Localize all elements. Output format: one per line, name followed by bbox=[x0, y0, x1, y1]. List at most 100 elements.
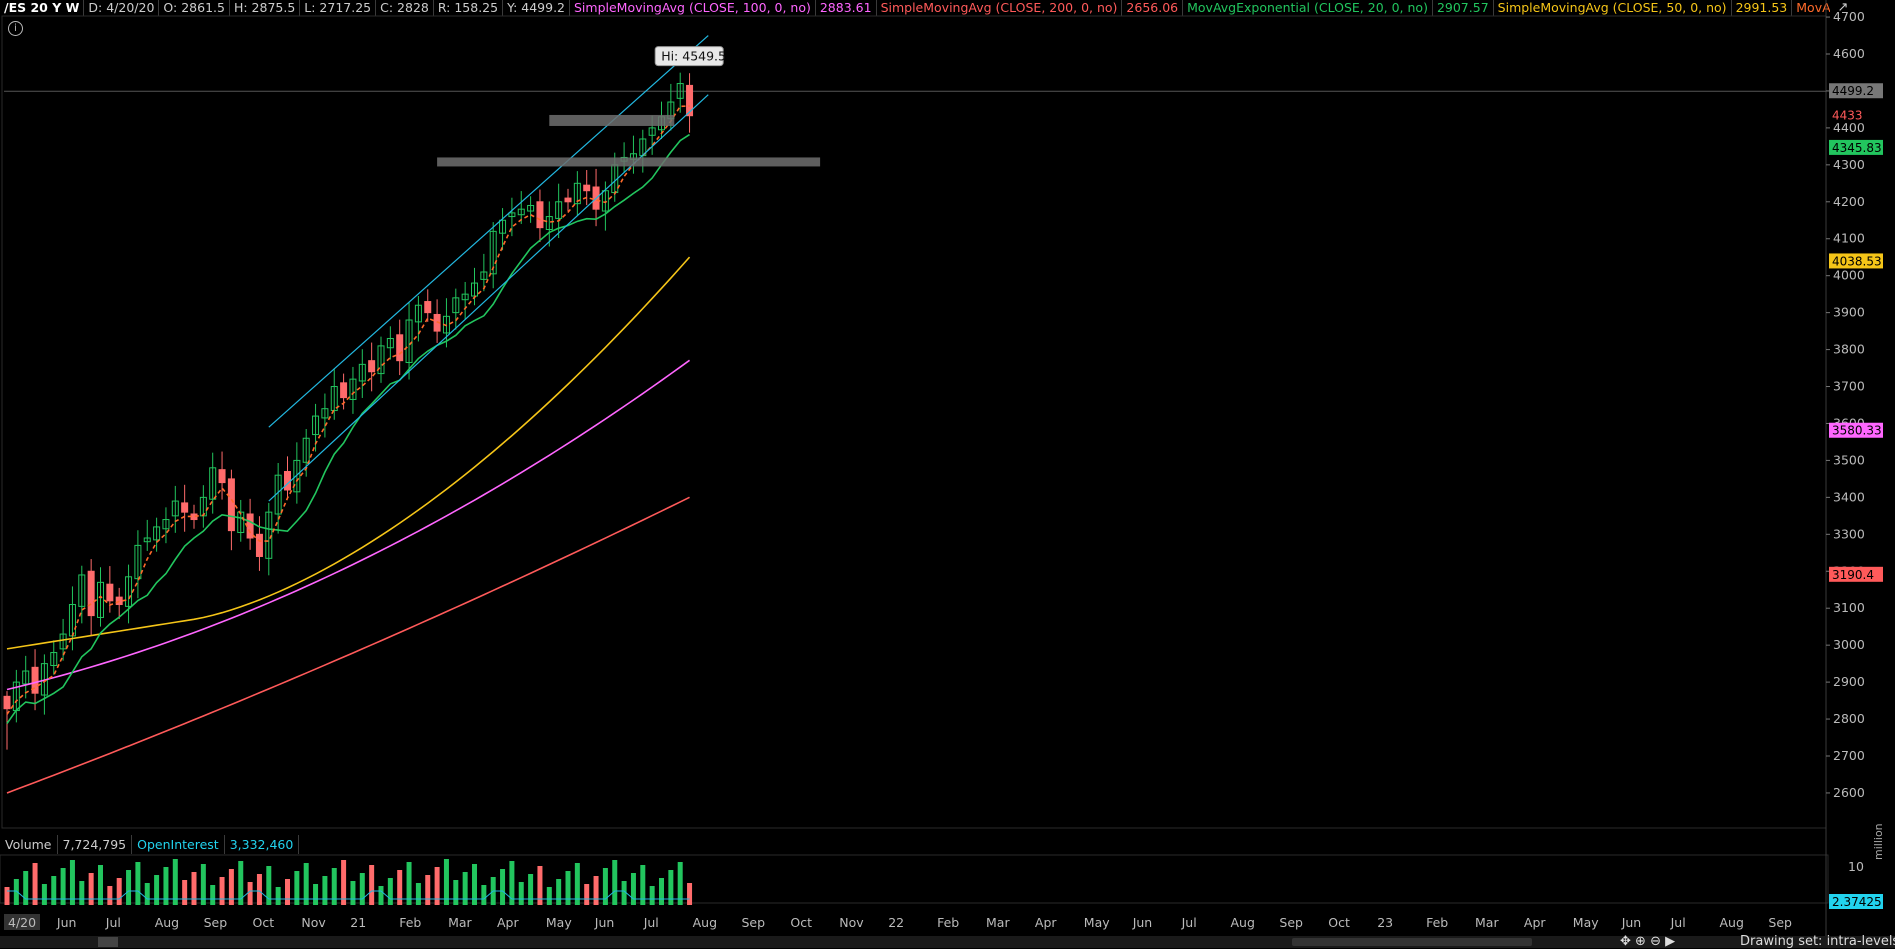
price-tick-label: 2700 bbox=[1833, 748, 1865, 763]
volume-bar bbox=[593, 876, 599, 905]
volume-tick-label: 10 bbox=[1848, 859, 1864, 874]
volume-bar bbox=[275, 887, 281, 905]
volume-bar bbox=[107, 886, 113, 905]
volume-bar bbox=[612, 860, 618, 905]
price-tick-label: 2800 bbox=[1833, 711, 1865, 726]
price-tick-label: 4000 bbox=[1833, 268, 1865, 283]
price-pane-frame bbox=[1, 15, 1827, 829]
volume-bar bbox=[228, 869, 234, 905]
crosshair-icon[interactable]: ✥ bbox=[1620, 934, 1631, 949]
time-axis-label: Jul bbox=[105, 915, 121, 930]
price-tick-label: 3400 bbox=[1833, 489, 1865, 504]
volume-bar bbox=[528, 874, 534, 905]
volume-bar bbox=[126, 870, 132, 905]
volume-bar bbox=[285, 879, 290, 905]
open-interest-label: OpenInterest bbox=[132, 835, 225, 854]
volume-bar bbox=[256, 874, 262, 905]
volume-bar bbox=[415, 883, 421, 905]
volume-bar bbox=[397, 870, 403, 905]
sma200-line bbox=[6, 496, 690, 794]
time-axis-label: Jul bbox=[1670, 915, 1686, 930]
price-tick-label: 4100 bbox=[1833, 231, 1865, 246]
time-axis-label: Mar bbox=[448, 915, 472, 930]
time-axis-label: Mar bbox=[1475, 915, 1499, 930]
volume-bar bbox=[462, 872, 468, 905]
volume-bar bbox=[144, 883, 150, 905]
time-axis-label: Mar bbox=[986, 915, 1010, 930]
channel-upper-line bbox=[268, 35, 709, 428]
scroll-left-button[interactable] bbox=[98, 937, 118, 947]
candle-body bbox=[583, 184, 591, 192]
scroll-bar[interactable] bbox=[0, 936, 1895, 948]
time-axis-label: 21 bbox=[350, 915, 366, 930]
resistance-zone bbox=[549, 114, 675, 126]
candle-body bbox=[218, 469, 226, 484]
volume-bar bbox=[41, 884, 47, 905]
time-axis-label: Oct bbox=[1328, 915, 1350, 930]
volume-bar bbox=[182, 880, 188, 905]
price-tick-label: 3100 bbox=[1833, 600, 1865, 615]
volume-bar bbox=[481, 885, 487, 905]
candle-body bbox=[284, 471, 291, 491]
volume-bar bbox=[378, 886, 384, 905]
time-axis-label: May bbox=[1573, 915, 1599, 930]
time-axis-label: Sep bbox=[1768, 915, 1792, 930]
zoom-out-icon[interactable]: ⊖ bbox=[1650, 934, 1661, 949]
price-tick-label: 3800 bbox=[1833, 342, 1865, 357]
volume-bar bbox=[154, 875, 160, 905]
volume-bar bbox=[88, 873, 94, 905]
volume-bar bbox=[500, 869, 506, 905]
volume-bar bbox=[556, 879, 562, 905]
hi-label: Hi: 4549.5 bbox=[661, 49, 726, 64]
volume-bar bbox=[116, 878, 122, 905]
candle-body bbox=[564, 197, 572, 203]
volume-bar bbox=[135, 862, 141, 905]
time-axis-label: May bbox=[1084, 915, 1110, 930]
drawing-set-label[interactable]: Drawing set: intra-levels bbox=[1740, 934, 1895, 949]
volume-pane-frame bbox=[0, 854, 1829, 904]
volume-value: 7,724,795 bbox=[58, 835, 133, 854]
scroll-thumb[interactable] bbox=[1292, 938, 1532, 946]
time-axis-label: Oct bbox=[790, 915, 812, 930]
price-tick-label: 2600 bbox=[1833, 785, 1865, 800]
price-tick-label: 3500 bbox=[1833, 452, 1865, 467]
volume-badge-label: 2.37425 bbox=[1832, 895, 1882, 909]
volume-bar bbox=[668, 870, 674, 905]
time-axis-label: Jun bbox=[56, 915, 77, 930]
time-axis-label: Feb bbox=[399, 915, 421, 930]
price-tick-label: 3700 bbox=[1833, 379, 1865, 394]
volume-bar bbox=[210, 885, 216, 905]
time-axis-label: 4/20 bbox=[8, 915, 36, 930]
volume-bar bbox=[659, 878, 664, 905]
price-tick-label: 2900 bbox=[1833, 674, 1865, 689]
time-axis-label: 23 bbox=[1377, 915, 1393, 930]
candle-body bbox=[3, 695, 11, 710]
time-axis-label: Oct bbox=[253, 915, 275, 930]
volume-bar bbox=[191, 872, 197, 905]
volume-bar bbox=[51, 876, 57, 905]
candle-body bbox=[368, 360, 376, 373]
candle-body bbox=[246, 513, 254, 539]
volume-bar bbox=[313, 884, 319, 905]
chart-nav-icons[interactable]: ✥ ⊕ ⊖ ▶ bbox=[1620, 934, 1675, 949]
volume-bar bbox=[23, 871, 29, 905]
candle-body bbox=[536, 201, 544, 229]
time-axis-label: Nov bbox=[301, 915, 326, 930]
price-badge-label: 3580.33 bbox=[1832, 424, 1882, 438]
channel-lower-line bbox=[268, 94, 709, 502]
volume-unit: million bbox=[1872, 823, 1885, 860]
volume-bar bbox=[443, 859, 449, 905]
volume-label: Volume bbox=[0, 835, 58, 854]
play-icon[interactable]: ▶ bbox=[1665, 934, 1675, 949]
candle-body bbox=[106, 583, 114, 602]
time-axis-label: Jul bbox=[1181, 915, 1197, 930]
volume-bar bbox=[350, 881, 356, 905]
price-tick-label: 3300 bbox=[1833, 526, 1865, 541]
time-axis-label: Sep bbox=[204, 915, 228, 930]
price-chart[interactable]: 4700460045004400430042004100400039003800… bbox=[0, 0, 1895, 948]
zoom-in-icon[interactable]: ⊕ bbox=[1635, 934, 1646, 949]
volume-bar bbox=[649, 886, 655, 905]
open-interest-value: 3,332,460 bbox=[225, 835, 300, 854]
time-axis-label: Jun bbox=[594, 915, 615, 930]
volume-bar bbox=[387, 878, 393, 905]
